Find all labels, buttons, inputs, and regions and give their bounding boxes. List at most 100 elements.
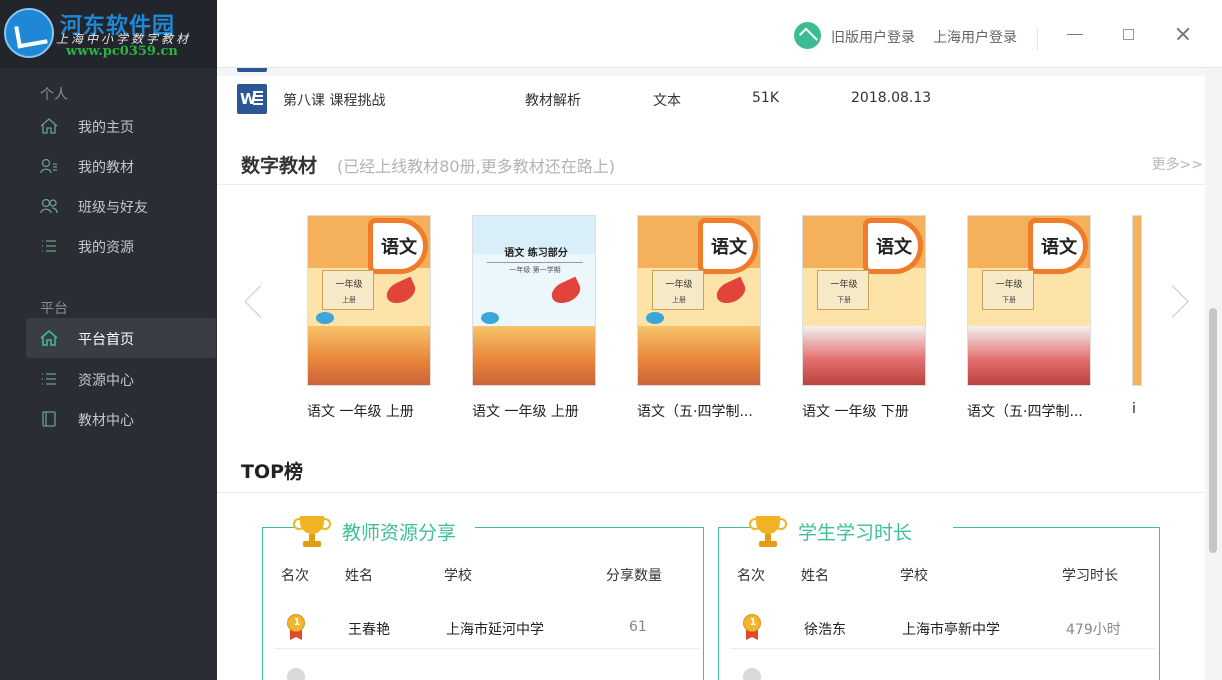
column-header: 学校 — [900, 568, 928, 584]
column-header: 学习时长 — [1062, 568, 1118, 584]
textbook-card[interactable]: 语文 一年级 上册 语文 一年级 上册 — [307, 215, 431, 427]
sidebar-item-my-home[interactable]: 我的主页 — [26, 106, 216, 146]
file-name[interactable]: 第八课 课程挑战 — [283, 90, 385, 110]
divider — [1037, 28, 1038, 50]
textbook-card[interactable]: 语文 练习部分 一年级 第一学期 语文 一年级 上册 — [472, 215, 596, 427]
textbook-cover[interactable]: 语文 一年级 下册 — [802, 215, 926, 386]
main-content: 第八课 课程挑战 教材解析 文本 51K 2018.08.13 数字教材 (已经… — [217, 68, 1222, 680]
subject-badge: 语文 — [368, 218, 428, 274]
textbook-card[interactable]: 语文 一年级 上册 语文（五·四学制... — [637, 215, 761, 427]
sidebar-item-label: 资源中心 — [78, 373, 134, 389]
digital-textbooks-header: 数字教材 (已经上线教材80册,更多教材还在路上) 更多>> — [217, 137, 1205, 185]
textbook-label[interactable]: 语文（五·四学制... — [637, 401, 761, 421]
list-icon — [42, 373, 56, 385]
top-list-header: TOP榜 — [217, 451, 1205, 493]
row-divider — [274, 648, 700, 649]
trophy-icon — [293, 516, 331, 550]
sidebar-item-class-friends[interactable]: 班级与好友 — [26, 186, 216, 226]
section-label-personal: 个人 — [40, 87, 68, 103]
file-size: 51K — [752, 90, 779, 106]
kite-illustration — [646, 312, 664, 324]
textbook-card[interactable]: 语文 一年级 下册 语文（五·四学制... — [967, 215, 1091, 427]
close-button[interactable] — [1171, 22, 1195, 46]
rank-medal-icon: 1 — [286, 614, 306, 640]
scrollbar-thumb[interactable] — [1209, 308, 1217, 553]
textbook-label[interactable]: 语文 一年级 上册 — [472, 401, 596, 421]
more-link[interactable]: 更多>> — [1152, 154, 1203, 174]
sidebar-item-label: 我的主页 — [78, 120, 134, 136]
home-icon — [40, 118, 58, 134]
column-header: 名次 — [737, 568, 765, 584]
rank-medal-icon: 1 — [742, 614, 762, 640]
login-icon[interactable] — [794, 22, 821, 49]
sidebar-item-label: 我的教材 — [78, 160, 134, 176]
section-label-platform: 平台 — [40, 301, 68, 317]
kite-illustration — [481, 312, 499, 324]
word-doc-icon — [237, 84, 267, 114]
textbook-cover[interactable]: 语文 一年级 下册 — [967, 215, 1091, 386]
section-title: 数字教材 — [241, 155, 318, 177]
watermark-url: www.pc0359.cn — [66, 44, 178, 59]
subject-badge: 语文 — [1028, 218, 1088, 274]
column-header: 姓名 — [345, 568, 373, 584]
book-icon — [42, 411, 56, 427]
trophy-icon — [749, 516, 787, 550]
top-bar: 旧版用户登录 上海用户登录 — [217, 0, 1222, 68]
user-book-icon — [40, 158, 57, 174]
column-header: 学校 — [444, 568, 472, 584]
ranking-name: 王春艳 — [348, 622, 390, 638]
sidebar-item-resource-center[interactable]: 资源中心 — [26, 359, 216, 399]
textbook-cover[interactable]: 语文 一年级 上册 — [637, 215, 761, 386]
rank-medal-icon — [743, 668, 761, 680]
sidebar-item-label: 班级与好友 — [78, 200, 148, 216]
word-doc-icon — [237, 68, 267, 72]
ranking-value: 479小时 — [1066, 622, 1121, 638]
textbook-cover[interactable]: 语文 一年级 上册 — [307, 215, 431, 386]
section-subtitle: (已经上线教材80册,更多教材还在路上) — [337, 157, 615, 176]
column-header: 姓名 — [801, 568, 829, 584]
sidebar-item-label: 平台首页 — [78, 332, 134, 348]
sidebar-item-label: 我的资源 — [78, 240, 134, 256]
ranking-value: 61 — [629, 619, 647, 635]
rank-medal-icon — [287, 668, 305, 680]
sidebar: 河东软件园 上海中小学数字教材 www.pc0359.cn 个人 我的主页 我的… — [0, 0, 217, 680]
textbook-card-partial[interactable] — [1132, 215, 1142, 386]
old-user-login-link[interactable]: 旧版用户登录 — [831, 27, 915, 47]
app-logo: 河东软件园 上海中小学数字教材 www.pc0359.cn — [0, 0, 217, 68]
ranking-school: 上海市亭新中学 — [902, 622, 1000, 638]
file-date: 2018.08.13 — [851, 90, 932, 106]
textbook-cover[interactable]: 语文 练习部分 一年级 第一学期 — [472, 215, 596, 386]
file-type: 文本 — [653, 93, 681, 109]
teacher-ranking-title: 教师资源分享 — [342, 522, 457, 544]
row-divider — [730, 648, 1156, 649]
minimize-button[interactable] — [1063, 22, 1087, 46]
file-category: 教材解析 — [525, 93, 581, 109]
sidebar-item-platform-home[interactable]: 平台首页 — [26, 318, 216, 358]
textbook-card[interactable]: 语文 一年级 下册 语文 一年级 下册 — [802, 215, 926, 427]
ranking-school: 上海市延河中学 — [446, 622, 544, 638]
column-header: 名次 — [281, 568, 309, 584]
previous-file-row[interactable] — [217, 68, 1205, 76]
home-icon — [40, 330, 58, 346]
student-ranking-title: 学生学习时长 — [798, 522, 913, 544]
top-list-title: TOP榜 — [241, 461, 304, 483]
file-row[interactable]: 第八课 课程挑战 教材解析 文本 51K 2018.08.13 — [217, 76, 1205, 122]
carousel-next-arrow-icon[interactable] — [1167, 278, 1197, 328]
logo-badge-icon — [4, 8, 54, 58]
textbook-label[interactable]: 语文（五·四学制... — [967, 401, 1091, 421]
textbook-label[interactable]: 语文 一年级 上册 — [307, 401, 431, 421]
column-header: 分享数量 — [606, 568, 662, 584]
subject-badge: 语文 — [698, 218, 758, 274]
carousel-prev-arrow-icon[interactable] — [239, 278, 269, 328]
shanghai-user-login-link[interactable]: 上海用户登录 — [933, 27, 1017, 47]
users-icon — [40, 198, 58, 214]
maximize-button[interactable] — [1117, 22, 1141, 46]
sidebar-item-my-textbooks[interactable]: 我的教材 — [26, 146, 216, 186]
kite-illustration — [316, 312, 334, 324]
ranking-name: 徐浩东 — [804, 622, 846, 638]
sidebar-item-textbook-center[interactable]: 教材中心 — [26, 399, 216, 439]
sidebar-item-my-resources[interactable]: 我的资源 — [26, 226, 216, 266]
list-icon — [42, 240, 56, 252]
textbook-label[interactable]: 语文 一年级 下册 — [802, 401, 926, 421]
sidebar-item-label: 教材中心 — [78, 413, 134, 429]
